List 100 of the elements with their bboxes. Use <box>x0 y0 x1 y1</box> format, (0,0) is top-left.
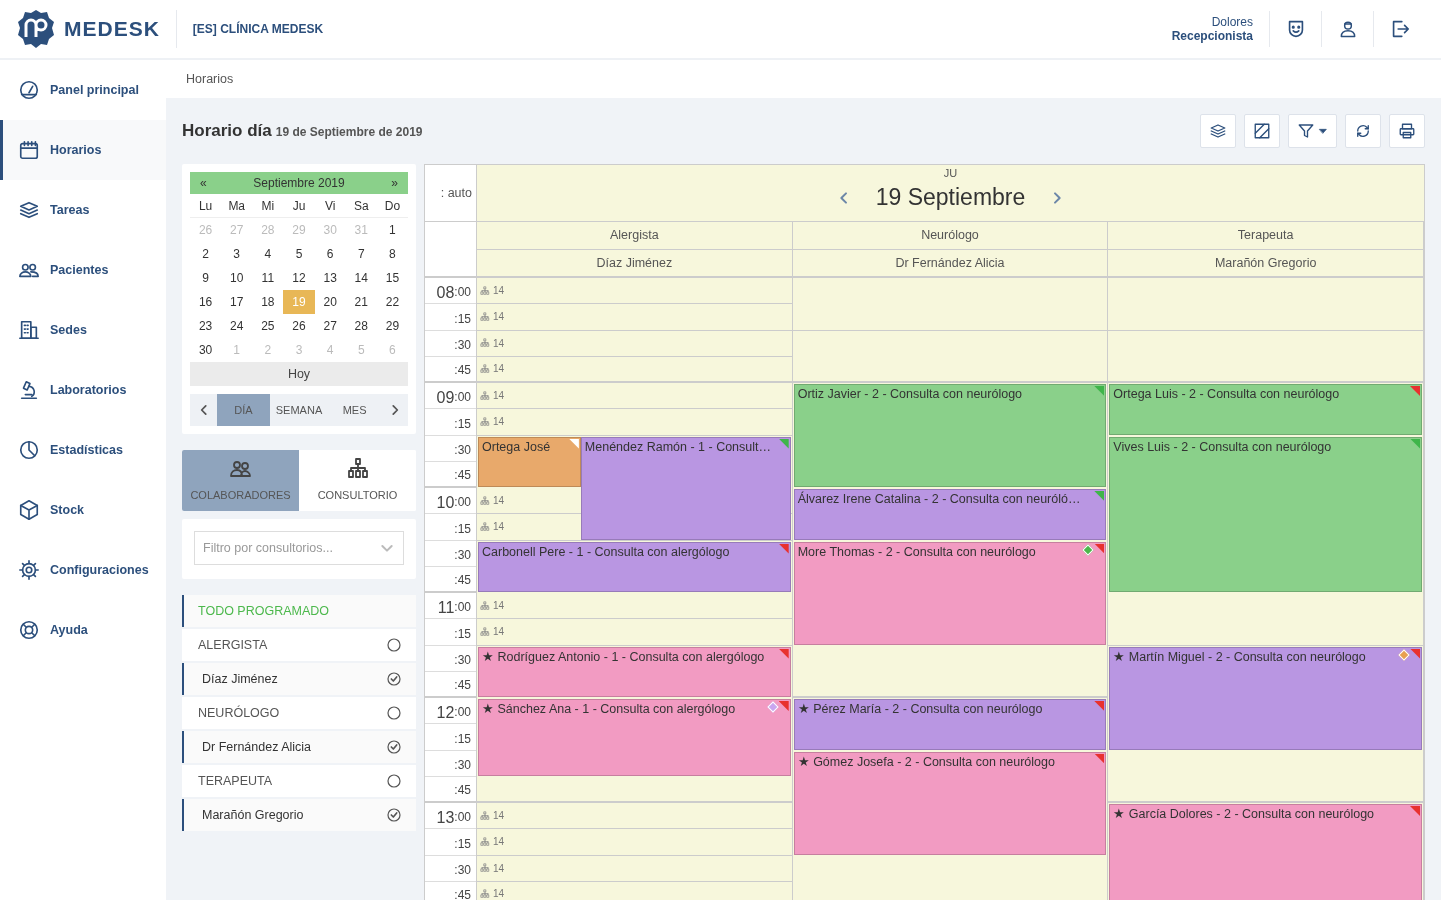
calendar-day[interactable]: 4 <box>252 242 284 266</box>
specialty-header: Terapeuta <box>1108 222 1424 250</box>
view-tab[interactable]: MES <box>328 394 381 426</box>
clinic-name: [ES] CLÍNICA MEDESK <box>192 20 324 38</box>
sidebar-item[interactable]: Ayuda <box>0 600 166 660</box>
layers-icon <box>1209 122 1227 140</box>
doctor-header: Dr Fernández Alicia <box>792 250 1109 278</box>
calendar-day[interactable]: 15 <box>376 266 408 290</box>
calendar-day[interactable]: 9 <box>190 266 222 290</box>
print-button[interactable] <box>1389 114 1425 148</box>
calendar-day[interactable]: 27 <box>314 314 346 338</box>
layers-button[interactable] <box>1200 114 1236 148</box>
calendar-day[interactable]: 14 <box>345 266 377 290</box>
free-slot-count: 14 <box>480 414 505 430</box>
filter-button[interactable] <box>1288 114 1337 148</box>
today-button[interactable]: Hoy <box>190 362 408 386</box>
free-slot-count: 14 <box>480 808 505 824</box>
hour-label: 11 <box>437 600 455 617</box>
resource-list-item[interactable]: NEURÓLOGO <box>182 697 416 729</box>
minute-label: :30 <box>454 546 471 564</box>
calendar-day[interactable]: 6 <box>314 242 346 266</box>
appointment[interactable]: Álvarez Irene Catalina - 2 - Consulta con neuróló… <box>793 489 1107 540</box>
minute-label: :30 <box>454 336 471 354</box>
sidebar-item[interactable]: Pacientes <box>0 240 166 300</box>
hatch-button[interactable] <box>1244 114 1280 148</box>
minute-label: :45 <box>454 782 471 799</box>
appointment[interactable]: Menéndez Ramón - 1 - Consult… <box>580 436 791 540</box>
sidebar-item[interactable]: Stock <box>0 480 166 540</box>
calendar-day[interactable]: 11 <box>252 266 284 290</box>
calendar-day[interactable]: 22 <box>376 290 408 314</box>
free-slot-count: 14 <box>480 335 505 351</box>
calendar-day[interactable]: 26 <box>283 314 315 338</box>
layers-icon <box>18 199 40 221</box>
resource-list-item[interactable]: Dr Fernández Alicia <box>182 731 416 763</box>
appointment[interactable]: ★ Rodríguez Antonio - 1 - Consulta con alergólogo <box>478 646 791 697</box>
appointment[interactable]: More Thomas - 2 - Consulta con neurólogo <box>793 541 1107 645</box>
next-month-link[interactable]: » <box>391 174 398 192</box>
resource-list-item[interactable]: Marañón Gregorio <box>182 799 416 831</box>
minute-label: :15 <box>454 730 471 748</box>
appointment[interactable]: Ortega Luis - 2 - Consulta con neurólogo <box>1109 384 1422 435</box>
calendar-day[interactable]: 18 <box>252 290 284 314</box>
minute-label: :45 <box>454 677 471 694</box>
appointment[interactable]: Carbonell Pere - 1 - Consulta con alergólogo <box>478 541 791 592</box>
resource-list-item[interactable]: TERAPEUTA <box>182 765 416 797</box>
sidebar-item[interactable]: Panel principal <box>0 60 166 120</box>
appointment[interactable]: Ortega José <box>478 436 581 487</box>
calendar-day[interactable]: 21 <box>345 290 377 314</box>
view-tab[interactable]: SEMANA <box>269 394 329 426</box>
calendar-day[interactable]: 24 <box>221 314 253 338</box>
appointment[interactable]: ★ García Dolores - 2 - Consulta con neurólogo <box>1109 804 1422 900</box>
prev-month-link[interactable]: « <box>200 174 207 192</box>
zoom-cell[interactable]: : auto <box>425 165 477 222</box>
calendar-day[interactable]: 16 <box>190 290 222 314</box>
calendar-day[interactable]: 7 <box>345 242 377 266</box>
appointment[interactable]: ★ Sánchez Ana - 1 - Consulta con alergólogo <box>478 699 791 776</box>
appointment[interactable]: ★ Martín Miguel - 2 - Consulta con neurólogo <box>1109 646 1422 750</box>
appointment[interactable]: Ortiz Javier - 2 - Consulta con neurólogo <box>793 384 1107 487</box>
resource-list-item[interactable]: Díaz Jiménez <box>182 663 416 695</box>
appointment[interactable]: Vives Luis - 2 - Consulta con neurólogo <box>1109 436 1422 592</box>
logo-text: MEDESK <box>64 16 160 43</box>
sidebar-item[interactable]: Horarios <box>0 120 166 180</box>
sidebar-item[interactable]: Configuraciones <box>0 540 166 600</box>
sidebar-item[interactable]: Estadísticas <box>0 420 166 480</box>
minute-label: :00 <box>454 284 471 302</box>
calendar-day[interactable]: 1 <box>376 218 408 242</box>
appointment[interactable]: ★ Pérez María - 2 - Consulta con neurólogo <box>793 699 1107 750</box>
calendar-day[interactable]: 2 <box>190 242 222 266</box>
free-slot-count: 14 <box>480 519 505 535</box>
minute-label: :30 <box>454 756 471 774</box>
calendar-day[interactable]: 3 <box>221 242 253 266</box>
calendar-day[interactable]: 12 <box>283 266 315 290</box>
weekday-label: Do <box>376 194 408 218</box>
calendar-day[interactable]: 13 <box>314 266 346 290</box>
day-abbreviation: JU <box>943 167 958 181</box>
minute-label: :00 <box>454 494 471 512</box>
page-subtitle: 19 de Septiembre de 2019 <box>275 124 423 142</box>
sidebar-item[interactable]: Laboratorios <box>0 360 166 420</box>
calendar-day[interactable]: 29 <box>376 314 408 338</box>
sidebar-item[interactable]: Tareas <box>0 180 166 240</box>
calendar-day[interactable]: 10 <box>221 266 253 290</box>
calendar-day[interactable]: 25 <box>252 314 284 338</box>
weekday-label: Vi <box>314 194 346 218</box>
calendar-day[interactable]: 5 <box>283 242 315 266</box>
calendar-day[interactable]: 17 <box>221 290 253 314</box>
calendar-day[interactable]: 23 <box>190 314 222 338</box>
free-slot-count: 14 <box>480 493 505 509</box>
chart-icon <box>18 439 40 461</box>
calendar-day[interactable]: 8 <box>376 242 408 266</box>
date-title: 19 Septiembre <box>875 183 1026 213</box>
calendar-day[interactable]: 30 <box>190 338 222 362</box>
refresh-button[interactable] <box>1345 114 1381 148</box>
sidebar-item[interactable]: Sedes <box>0 300 166 360</box>
minute-label: :15 <box>454 310 471 328</box>
weekday-label: Sa <box>345 194 377 218</box>
print-icon <box>1398 122 1416 140</box>
resource-list-item[interactable]: ALERGISTA <box>182 629 416 661</box>
free-slot-count: 14 <box>480 886 505 900</box>
appointment[interactable]: ★ Gómez Josefa - 2 - Consulta con neurólogo <box>793 751 1107 855</box>
calendar-day[interactable]: 20 <box>314 290 346 314</box>
calendar-day[interactable]: 28 <box>345 314 377 338</box>
